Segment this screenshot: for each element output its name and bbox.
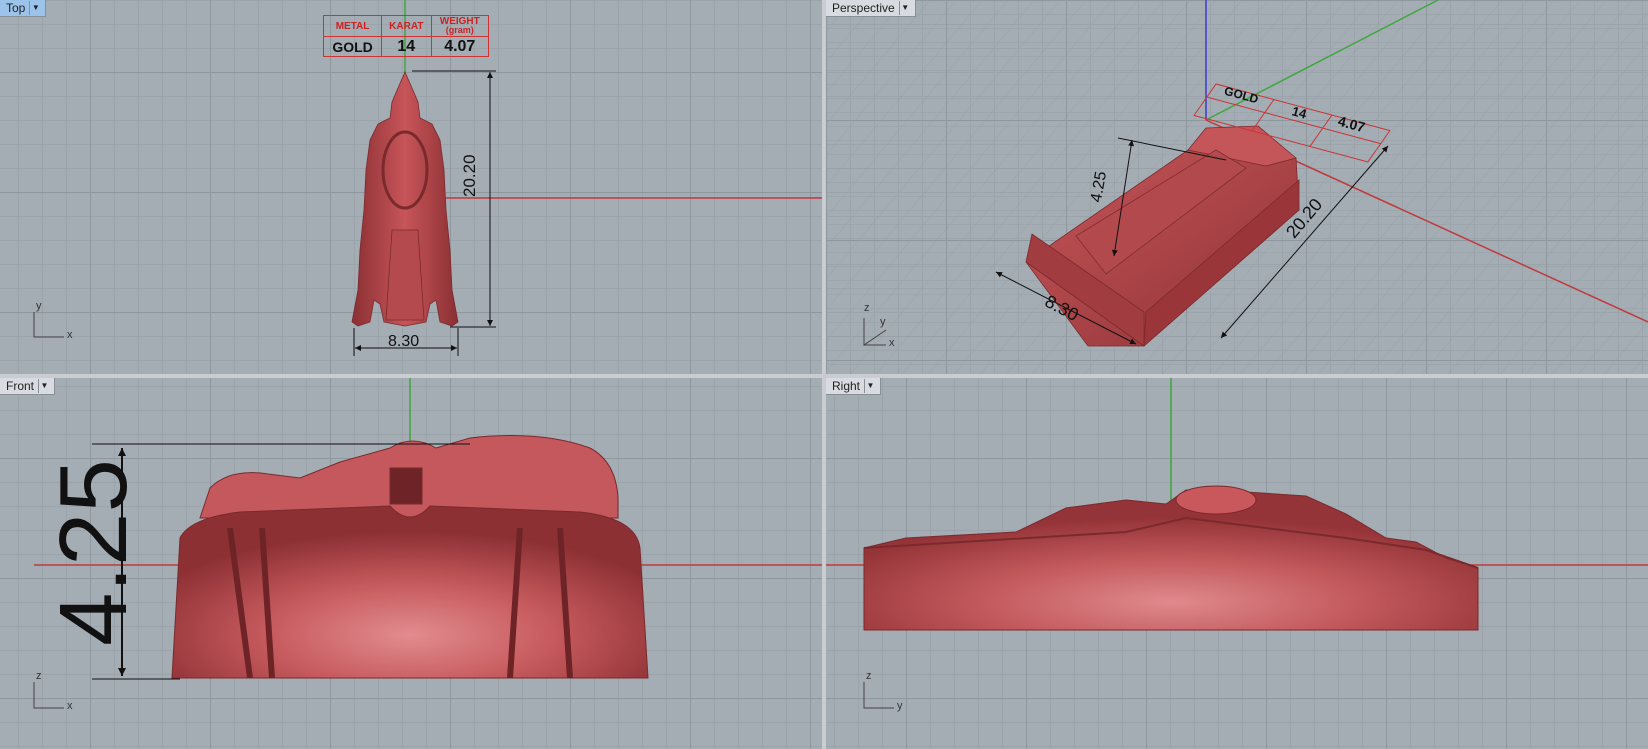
dimension-width-label: 8.30	[388, 333, 420, 350]
axis-label-x: x	[67, 329, 73, 341]
spec-value-metal: GOLD	[322, 36, 383, 57]
model-statue-front	[171, 435, 649, 679]
axis-label-y: y	[36, 300, 42, 312]
model-statue-top	[351, 71, 459, 327]
chevron-down-icon[interactable]: ▼	[38, 379, 50, 393]
model-statue-right	[863, 485, 1479, 631]
axis-label-z: z	[864, 302, 870, 314]
viewport-front[interactable]: Front ▼ 4.25 z x	[0, 378, 822, 749]
dimension-depth-label: 4.25	[40, 459, 147, 646]
spec-header-karat: KARAT	[381, 15, 432, 37]
viewport-right[interactable]: Right ▼ z y	[826, 378, 1648, 749]
viewport-perspective[interactable]: Perspective ▼ GOLD 14 4.07 4.25 8.30 20.…	[826, 0, 1648, 374]
viewport-right-label: Right	[832, 379, 861, 393]
viewport-right-title[interactable]: Right ▼	[826, 378, 882, 395]
axis-label-z: z	[36, 670, 42, 682]
viewport-perspective-label: Perspective	[832, 1, 895, 15]
chevron-down-icon[interactable]: ▼	[898, 1, 911, 15]
axis-label-x: x	[889, 337, 895, 349]
spec-value-karat: 14	[381, 36, 432, 57]
spec-header-weight: WEIGHT (gram)	[430, 15, 490, 37]
viewport-top[interactable]: Top ▼ 20.20 8.30 METAL KARAT WEIGHT (gra…	[0, 0, 822, 374]
chevron-down-icon[interactable]: ▼	[864, 379, 876, 393]
axis-label-y: y	[897, 700, 903, 712]
viewport-top-title[interactable]: Top ▼	[0, 0, 47, 17]
dimension-height-label: 20.20	[460, 154, 479, 197]
right-view-canvas	[826, 378, 1648, 709]
chevron-down-icon[interactable]: ▼	[29, 1, 41, 15]
spec-header-weight-unit: (gram)	[445, 25, 474, 35]
spec-header-metal: METAL	[322, 15, 383, 37]
viewport-front-title[interactable]: Front ▼	[0, 378, 56, 395]
axis-label-z: z	[866, 670, 872, 682]
axis-label-y: y	[880, 316, 886, 328]
spec-value-weight: 4.07	[430, 36, 490, 57]
viewport-top-label: Top	[6, 1, 26, 15]
perspective-view-canvas	[826, 0, 1648, 374]
spec-table: METAL KARAT WEIGHT (gram) GOLD 14 4.07	[322, 15, 490, 57]
viewport-front-label: Front	[6, 379, 35, 393]
viewport-perspective-title[interactable]: Perspective ▼	[826, 0, 916, 17]
axis-label-x: x	[67, 700, 73, 712]
